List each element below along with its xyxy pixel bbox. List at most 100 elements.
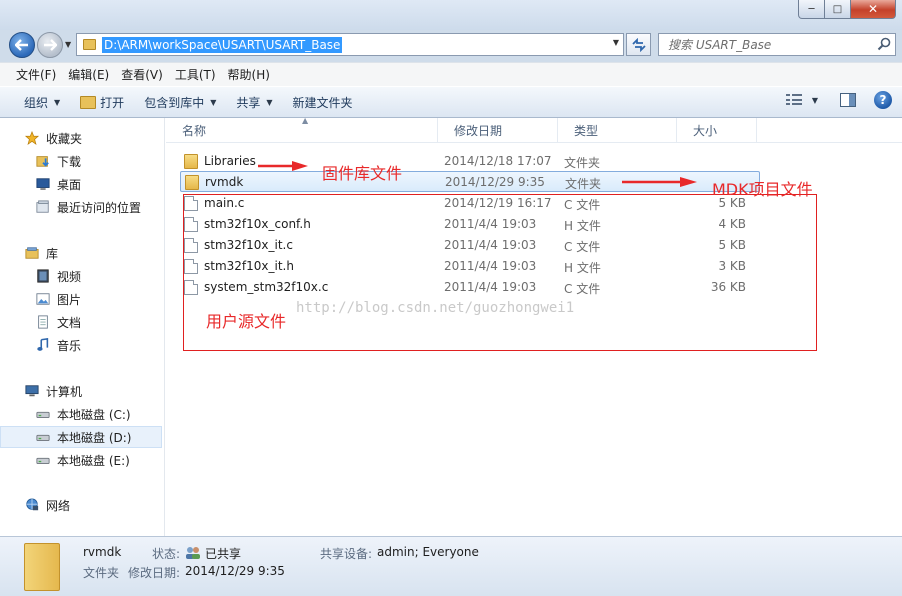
- column-label: 大小: [693, 124, 718, 138]
- nav-desktop[interactable]: 桌面: [0, 173, 162, 195]
- search-box[interactable]: 搜索 USART_Base: [658, 33, 896, 56]
- folder-icon: [185, 175, 199, 190]
- nav-label: 收藏夹: [46, 131, 83, 146]
- details-status-value: 已共享: [185, 545, 241, 562]
- new-folder-label: 新建文件夹: [292, 95, 353, 110]
- menu-edit[interactable]: 编辑(E): [62, 66, 115, 83]
- column-header: 名称 ▲ 修改日期 类型 大小: [166, 116, 902, 143]
- nav-label: 本地磁盘 (C:): [57, 407, 131, 422]
- share-label: 共享: [236, 95, 261, 110]
- menu-tools[interactable]: 工具(T): [169, 66, 222, 83]
- chevron-down-icon[interactable]: ▼: [812, 96, 818, 105]
- details-pane: rvmdk 文件夹 状态: 已共享 修改日期: 2014/12/29 9:35 …: [0, 536, 902, 596]
- back-button[interactable]: [9, 32, 35, 58]
- drive-icon: [36, 434, 50, 441]
- nav-label: 桌面: [57, 177, 82, 192]
- refresh-button[interactable]: [626, 33, 651, 56]
- computer-icon: [25, 385, 39, 397]
- status-text: 已共享: [205, 547, 242, 561]
- network-icon: [26, 498, 39, 511]
- download-folder-icon: [36, 156, 49, 167]
- arrow-left-icon: [15, 39, 28, 51]
- column-modified[interactable]: 修改日期: [438, 118, 558, 143]
- nav-label: 本地磁盘 (E:): [57, 453, 130, 468]
- new-folder-button[interactable]: 新建文件夹: [283, 90, 363, 114]
- nav-network[interactable]: 网络: [0, 494, 162, 516]
- title-bar: ─ □ ✕: [0, 0, 902, 30]
- details-modified-value: 2014/12/29 9:35: [185, 564, 285, 578]
- maximize-button[interactable]: □: [825, 0, 851, 19]
- chevron-down-icon: ▼: [266, 97, 273, 107]
- libraries-annotation: 固件库文件: [322, 164, 403, 183]
- nav-videos[interactable]: 视频: [0, 265, 162, 287]
- organize-button[interactable]: 组织 ▼: [14, 90, 70, 114]
- file-row-rvmdk[interactable]: rvmdk 2014/12/29 9:35 文件夹: [180, 171, 760, 192]
- arrow-right-icon: [44, 39, 57, 51]
- user-files-annotation: 用户源文件: [206, 312, 287, 331]
- recent-places-icon: [36, 200, 49, 213]
- nav-favorites[interactable]: 收藏夹: [0, 127, 162, 149]
- menu-file[interactable]: 文件(F): [10, 66, 62, 83]
- menu-help[interactable]: 帮助(H): [222, 66, 276, 83]
- share-button[interactable]: 共享 ▼: [226, 90, 282, 114]
- nav-label: 计算机: [46, 384, 83, 399]
- library-icon: [25, 247, 39, 259]
- open-button[interactable]: 打开: [70, 90, 134, 114]
- include-library-label: 包含到库中: [144, 95, 205, 110]
- mdk-annotation: MDK项目文件: [712, 180, 813, 199]
- preview-pane-icon[interactable]: [840, 93, 856, 107]
- search-icon[interactable]: [877, 37, 891, 51]
- recent-pages-dropdown[interactable]: ▼: [65, 40, 71, 49]
- chevron-down-icon[interactable]: ▼: [613, 38, 619, 47]
- close-icon: ✕: [867, 2, 879, 16]
- address-bar[interactable]: D:\ARM\workSpace\USART\USART_Base ▼: [76, 33, 624, 56]
- chevron-down-icon: ▼: [210, 97, 217, 107]
- file-name: Libraries: [204, 154, 256, 168]
- file-date: 2014/12/29 9:35: [445, 175, 545, 189]
- help-icon[interactable]: ?: [874, 91, 892, 109]
- nav-documents[interactable]: 文档: [0, 311, 162, 333]
- nav-music[interactable]: 音乐: [0, 334, 162, 356]
- column-label: 类型: [574, 124, 599, 138]
- include-in-library-button[interactable]: 包含到库中 ▼: [134, 90, 226, 114]
- address-path[interactable]: D:\ARM\workSpace\USART\USART_Base: [102, 36, 343, 53]
- minimize-button[interactable]: ─: [798, 0, 825, 19]
- sort-ascending-icon: ▲: [302, 116, 309, 125]
- nav-drive-c[interactable]: 本地磁盘 (C:): [0, 403, 162, 425]
- view-options-icon[interactable]: [785, 94, 802, 106]
- file-row-libraries[interactable]: Libraries 2014/12/18 17:07 文件夹: [180, 151, 760, 172]
- column-size[interactable]: 大小: [677, 118, 757, 143]
- refresh-icon: [631, 37, 646, 52]
- chevron-down-icon: ▼: [54, 97, 61, 107]
- nav-libraries[interactable]: 库: [0, 242, 162, 264]
- nav-pictures[interactable]: 图片: [0, 288, 162, 310]
- nav-computer[interactable]: 计算机: [0, 380, 162, 402]
- nav-drive-e[interactable]: 本地磁盘 (E:): [0, 449, 162, 471]
- maximize-icon: □: [832, 3, 843, 15]
- minimize-icon: ─: [808, 3, 815, 15]
- picture-icon: [36, 293, 50, 305]
- folder-icon: [83, 39, 96, 50]
- file-type: 文件夹: [564, 156, 601, 170]
- forward-button[interactable]: [37, 32, 63, 58]
- nav-drive-d[interactable]: 本地磁盘 (D:): [0, 426, 162, 448]
- music-icon: [37, 338, 49, 351]
- column-label: 名称: [182, 124, 207, 138]
- search-placeholder: 搜索 USART_Base: [668, 38, 772, 52]
- nav-downloads[interactable]: 下载: [0, 150, 162, 172]
- drive-icon: [36, 457, 50, 464]
- nav-label: 文档: [57, 315, 82, 330]
- video-icon: [37, 269, 49, 283]
- nav-recent-places[interactable]: 最近访问的位置: [0, 196, 162, 218]
- window-controls: ─ □ ✕: [798, 0, 896, 19]
- nav-label: 库: [46, 246, 59, 261]
- column-type[interactable]: 类型: [558, 118, 677, 143]
- navigation-pane: 收藏夹 下载 桌面 最近访问的位置 库 视频 图片 文档 音乐 计算机 本地磁盘…: [0, 118, 165, 536]
- close-button[interactable]: ✕: [851, 0, 896, 19]
- nav-label: 音乐: [57, 338, 82, 353]
- menu-view[interactable]: 查看(V): [115, 66, 169, 83]
- shared-users-icon: [186, 547, 200, 559]
- nav-label: 图片: [57, 292, 82, 307]
- view-controls: ▼ ?: [785, 91, 892, 109]
- folder-icon: [184, 154, 198, 169]
